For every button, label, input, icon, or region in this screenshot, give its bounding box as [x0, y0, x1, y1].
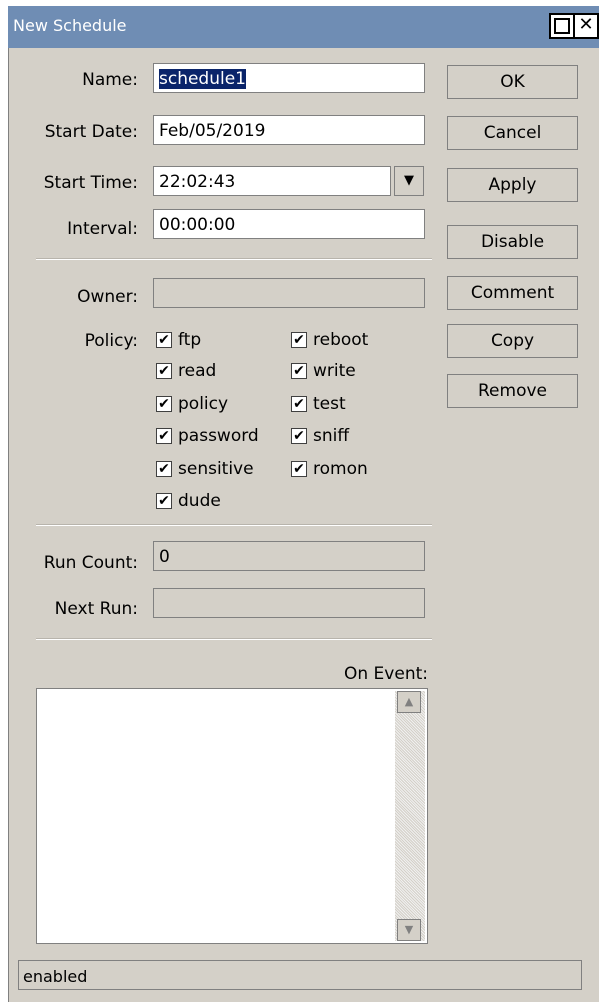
policy-checkbox-write[interactable]: ✔ write [291, 361, 356, 381]
checkbox-check-icon: ✔ [291, 461, 307, 477]
checkbox-check-icon: ✔ [156, 428, 172, 444]
owner-field [153, 278, 425, 308]
policy-checkbox-sniff[interactable]: ✔ sniff [291, 426, 349, 446]
policy-checkbox-label: test [313, 394, 346, 414]
start-time-field[interactable]: 22:02:43 [153, 166, 391, 196]
policy-checkbox-label: sensitive [178, 459, 254, 479]
policy-checkbox-policy[interactable]: ✔ policy [156, 394, 228, 414]
start-time-dropdown-icon[interactable]: ▼ [394, 166, 424, 196]
name-value: schedule1 [159, 69, 247, 89]
interval-label: Interval: [67, 219, 138, 239]
policy-checkbox-label: policy [178, 394, 229, 414]
status-bar: enabled [18, 960, 582, 990]
interval-field[interactable]: 00:00:00 [153, 209, 425, 239]
scroll-up-icon[interactable]: ▲ [397, 691, 421, 713]
checkbox-check-icon: ✔ [291, 428, 307, 444]
policy-checkbox-label: read [178, 361, 217, 381]
policy-checkbox-test[interactable]: ✔ test [291, 394, 346, 414]
policy-checkbox-label: reboot [313, 330, 369, 350]
checkbox-check-icon: ✔ [156, 363, 172, 379]
cancel-button[interactable]: Cancel [447, 116, 578, 150]
next-run-field [153, 588, 425, 618]
next-run-label: Next Run: [54, 599, 138, 619]
window-title: New Schedule [13, 16, 127, 35]
policy-checkbox-label: romon [313, 459, 368, 479]
copy-button[interactable]: Copy [447, 324, 578, 358]
policy-label: Policy: [84, 331, 138, 351]
policy-checkbox-label: dude [178, 491, 221, 511]
policy-checkbox-dude[interactable]: ✔ dude [156, 491, 221, 511]
checkbox-check-icon: ✔ [291, 363, 307, 379]
owner-label: Owner: [77, 287, 138, 307]
checkbox-check-icon: ✔ [156, 396, 172, 412]
checkbox-check-icon: ✔ [156, 461, 172, 477]
policy-checkbox-label: ftp [178, 330, 202, 350]
title-bar[interactable]: New Schedule ✕ [8, 6, 599, 48]
disable-button[interactable]: Disable [447, 225, 578, 259]
name-field[interactable]: schedule1 [153, 63, 425, 93]
run-count-label: Run Count: [43, 553, 138, 573]
on-event-label: On Event: [344, 664, 428, 684]
apply-button[interactable]: Apply [447, 168, 578, 202]
policy-checkbox-label: password [178, 426, 259, 446]
checkbox-check-icon: ✔ [156, 493, 172, 509]
checkbox-check-icon: ✔ [291, 332, 307, 348]
policy-checkbox-read[interactable]: ✔ read [156, 361, 216, 381]
checkbox-check-icon: ✔ [156, 332, 172, 348]
on-event-textarea[interactable]: ▲ ▼ [36, 688, 428, 944]
policy-checkbox-password[interactable]: ✔ password [156, 426, 259, 446]
status-text: enabled [23, 967, 88, 986]
policy-checkbox-label: write [313, 361, 356, 381]
start-date-label: Start Date: [44, 122, 138, 142]
divider [36, 258, 432, 260]
name-label: Name: [82, 70, 138, 90]
ok-button[interactable]: OK [447, 65, 578, 99]
start-date-field[interactable]: Feb/05/2019 [153, 115, 425, 145]
policy-checkbox-romon[interactable]: ✔ romon [291, 459, 368, 479]
on-event-scrollbar[interactable]: ▲ ▼ [395, 691, 425, 941]
run-count-field: 0 [153, 541, 425, 571]
comment-button[interactable]: Comment [447, 276, 578, 310]
policy-checkbox-sensitive[interactable]: ✔ sensitive [156, 459, 254, 479]
checkbox-check-icon: ✔ [291, 396, 307, 412]
divider [36, 524, 432, 526]
close-button[interactable]: ✕ [573, 13, 599, 39]
policy-checkbox-ftp[interactable]: ✔ ftp [156, 330, 201, 350]
policy-checkbox-label: sniff [313, 426, 350, 446]
divider [36, 638, 432, 640]
remove-button[interactable]: Remove [447, 374, 578, 408]
start-time-label: Start Time: [43, 173, 138, 193]
scroll-down-icon[interactable]: ▼ [397, 919, 421, 941]
maximize-button[interactable] [549, 13, 575, 39]
policy-checkbox-reboot[interactable]: ✔ reboot [291, 330, 368, 350]
